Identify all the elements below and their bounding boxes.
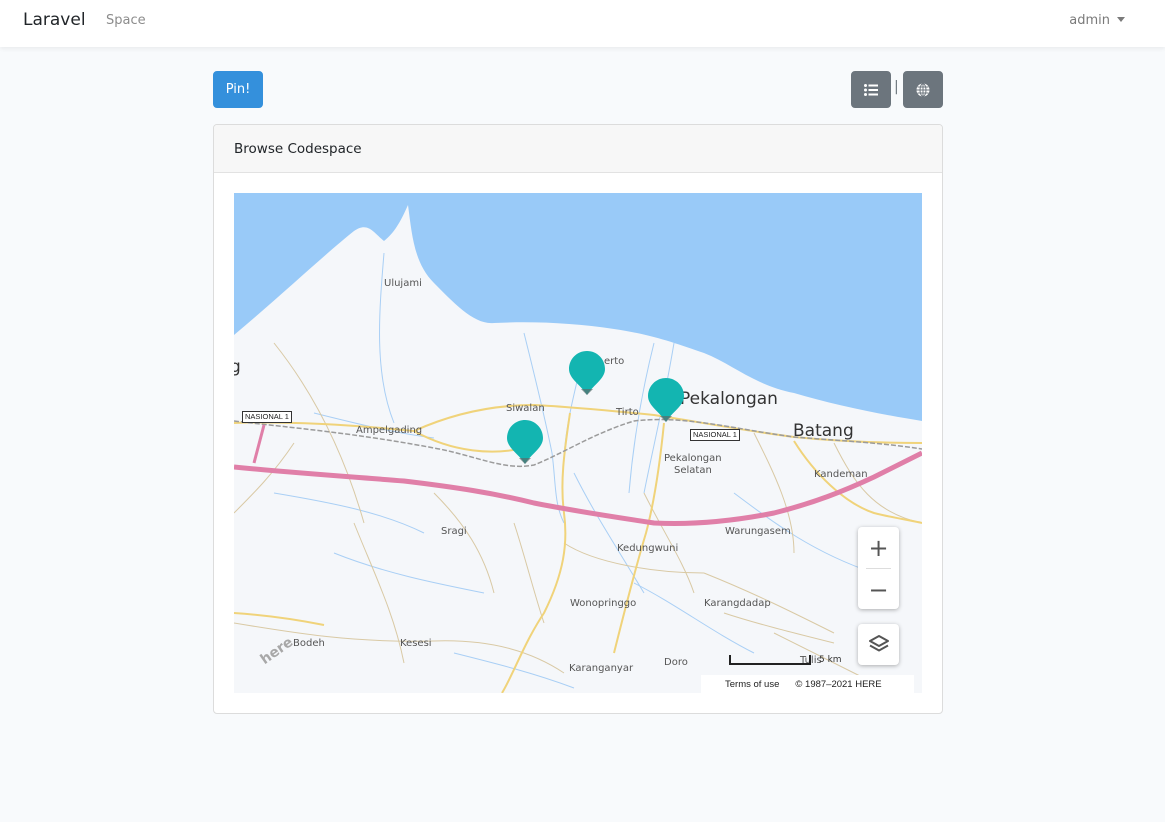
place-label: Kesesi bbox=[400, 638, 432, 649]
card-header: Browse Codespace bbox=[214, 125, 942, 173]
map-marker-pin[interactable] bbox=[567, 349, 607, 397]
copyright-text: © 1987–2021 HERE bbox=[795, 678, 882, 690]
place-label: Kandeman bbox=[814, 469, 868, 480]
place-label: Kedungwuni bbox=[617, 543, 679, 554]
place-label: Tirto bbox=[616, 407, 639, 418]
place-label: Ampelgading bbox=[356, 425, 423, 436]
browse-card: Browse Codespace Ulujami Siwalan Tirto e… bbox=[213, 124, 943, 714]
globe-icon bbox=[916, 82, 930, 97]
caret-down-icon bbox=[1117, 17, 1125, 22]
place-label: Karangdadap bbox=[704, 598, 771, 609]
place-label: Sragi bbox=[441, 526, 467, 537]
road-shield: NASIONAL 1 bbox=[690, 429, 740, 441]
place-label: Karanganyar bbox=[569, 663, 634, 674]
place-label: Siwalan bbox=[506, 403, 545, 414]
navbar: Laravel Space admin bbox=[0, 0, 1165, 47]
map-base-layer bbox=[234, 193, 922, 693]
zoom-out-button[interactable]: − bbox=[858, 569, 899, 610]
layers-icon bbox=[868, 634, 889, 651]
zoom-control: + − bbox=[858, 527, 899, 609]
terms-of-use-link[interactable]: Terms of use bbox=[725, 679, 779, 690]
place-label: Doro bbox=[664, 657, 688, 668]
road-shield: NASIONAL 1 bbox=[242, 411, 292, 423]
place-label: Ulujami bbox=[384, 278, 422, 289]
map-view-button[interactable] bbox=[903, 71, 943, 108]
map-attribution-bar: Terms of use © 1987–2021 HERE bbox=[701, 675, 914, 693]
place-label: Batang bbox=[793, 421, 854, 441]
nav-link-space[interactable]: Space bbox=[106, 13, 146, 28]
place-label: Pekalongan bbox=[680, 389, 778, 409]
place-label: Pekalongan bbox=[664, 453, 722, 464]
toolbar-separator: | bbox=[894, 79, 899, 95]
map-marker-pin[interactable] bbox=[505, 418, 545, 466]
place-label: erto bbox=[604, 356, 625, 367]
brand-link[interactable]: Laravel bbox=[23, 10, 86, 30]
place-label: g bbox=[234, 357, 241, 377]
place-label: Bodeh bbox=[293, 638, 325, 649]
map-layers-button[interactable] bbox=[858, 624, 899, 665]
map-container[interactable]: Ulujami g Siwalan Tirto erto Pekalongan … bbox=[234, 193, 922, 693]
pin-button[interactable]: Pin! bbox=[213, 71, 263, 108]
place-label: Selatan bbox=[674, 465, 712, 476]
zoom-in-button[interactable]: + bbox=[858, 527, 899, 568]
scale-bar bbox=[729, 655, 811, 665]
place-label: Warungasem bbox=[725, 526, 791, 537]
list-view-button[interactable] bbox=[851, 71, 891, 108]
map-marker-pin[interactable] bbox=[646, 376, 686, 424]
list-icon bbox=[864, 83, 878, 96]
user-menu-label: admin bbox=[1069, 13, 1110, 28]
scale-label: 5 km bbox=[819, 655, 842, 665]
place-label: Wonopringgo bbox=[570, 598, 637, 609]
user-menu-dropdown[interactable]: admin bbox=[1069, 13, 1125, 28]
